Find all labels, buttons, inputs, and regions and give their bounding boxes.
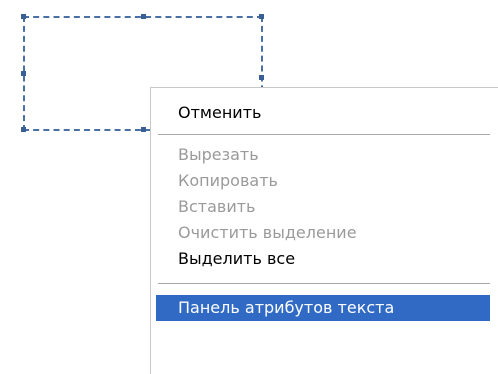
menu-item-clear-selection[interactable]: Очистить выделение	[156, 220, 490, 246]
context-menu: Отменить Вырезать Копировать Вставить Оч…	[150, 87, 498, 374]
resize-handle-top-center[interactable]	[141, 14, 146, 19]
resize-handle-bottom-left[interactable]	[21, 127, 26, 132]
resize-handle-bottom-center[interactable]	[141, 127, 146, 132]
menu-item-paste[interactable]: Вставить	[156, 194, 490, 220]
menu-item-text-attributes-panel[interactable]: Панель атрибутов текста	[156, 295, 490, 321]
canvas: Отменить Вырезать Копировать Вставить Оч…	[0, 0, 498, 374]
menu-item-select-all[interactable]: Выделить все	[156, 246, 490, 272]
resize-handle-middle-left[interactable]	[21, 71, 26, 76]
menu-item-copy[interactable]: Копировать	[156, 168, 490, 194]
menu-separator	[158, 134, 490, 135]
resize-handle-middle-right[interactable]	[259, 75, 264, 80]
menu-item-cut[interactable]: Вырезать	[156, 142, 490, 168]
resize-handle-top-right[interactable]	[259, 14, 264, 19]
menu-separator	[158, 283, 490, 284]
menu-item-undo[interactable]: Отменить	[156, 100, 490, 126]
resize-handle-top-left[interactable]	[21, 14, 26, 19]
